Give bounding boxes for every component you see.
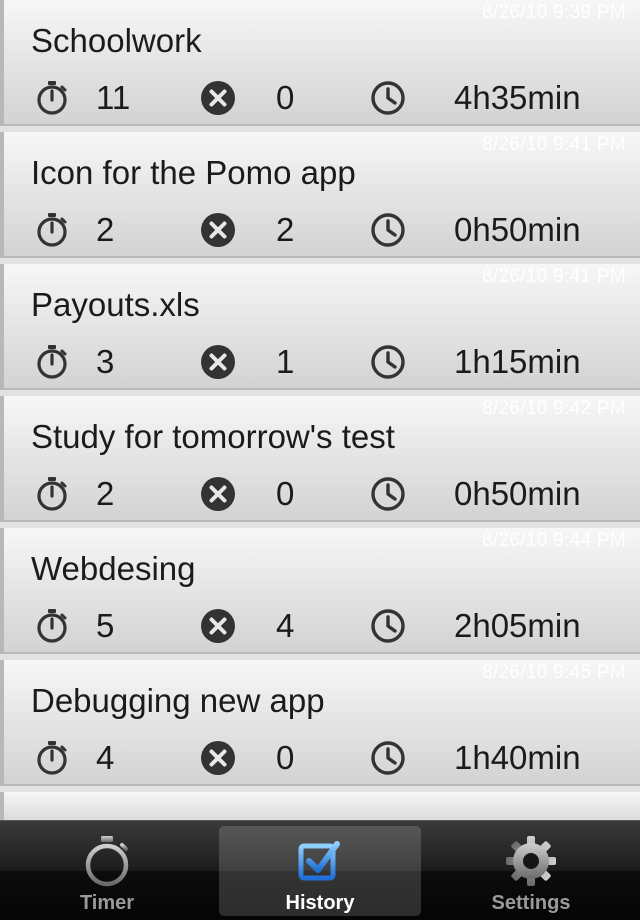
tab-timer[interactable]: Timer — [6, 826, 208, 916]
tab-history[interactable]: History — [219, 826, 421, 916]
duration-value: 1h40min — [454, 739, 581, 776]
pomodoro-count: 11 — [34, 76, 130, 120]
interruption-count: 0 — [200, 472, 294, 516]
duration: 1h40min — [370, 736, 581, 780]
duration-value: 0h50min — [454, 211, 581, 248]
pomodoro-count: 3 — [34, 340, 114, 384]
stopwatch-icon — [85, 836, 129, 887]
duration-value: 2h05min — [454, 607, 581, 644]
pomodoro-count: 2 — [34, 208, 114, 252]
entry-title: Study for tomorrow's test — [31, 418, 395, 455]
duration-value: 0h50min — [454, 475, 581, 512]
entry-title: Payouts.xls — [31, 286, 200, 323]
tab-history-label: History — [285, 892, 355, 914]
pomodoro-count: 5 — [34, 604, 114, 648]
close-circle-icon — [201, 213, 235, 247]
stopwatch-icon — [37, 345, 67, 379]
interruption-count: 2 — [200, 208, 294, 252]
clock-icon — [371, 741, 405, 775]
close-circle-icon — [201, 609, 235, 643]
interruption-count: 4 — [200, 604, 294, 648]
pomodoro-value: 4 — [96, 739, 115, 776]
interruption-value: 4 — [276, 607, 295, 644]
clock-icon — [371, 477, 405, 511]
duration: 2h05min — [370, 604, 581, 648]
entry-date: 8/26/10 9:41 PM — [482, 266, 626, 287]
pomodoro-value: 2 — [96, 211, 115, 248]
pomodoro-value: 11 — [96, 79, 131, 116]
pomodoro-value: 2 — [96, 475, 115, 512]
history-row[interactable]: 8/26/10 9:42 PM Study for tomorrow's tes… — [0, 396, 640, 522]
entry-title: Icon for the Pomo app — [31, 154, 356, 191]
clock-icon — [371, 345, 405, 379]
entry-date: 8/26/10 9:45 PM — [482, 662, 626, 683]
clock-icon — [371, 213, 405, 247]
history-list[interactable]: 8/26/10 9:39 PM Schoolwork 11 0 4h35min … — [0, 0, 640, 820]
history-row-partial[interactable] — [0, 792, 640, 820]
history-row[interactable]: 8/26/10 9:41 PM Icon for the Pomo app 2 … — [0, 132, 640, 258]
interruption-value: 0 — [276, 475, 295, 512]
stopwatch-icon — [37, 81, 67, 115]
gear-icon — [506, 836, 556, 886]
duration-value: 1h15min — [454, 343, 581, 380]
close-circle-icon — [201, 81, 235, 115]
interruption-value: 0 — [276, 79, 295, 116]
entry-date: 8/26/10 9:41 PM — [482, 134, 626, 155]
duration: 4h35min — [370, 76, 581, 120]
tab-timer-label: Timer — [79, 892, 135, 914]
pomodoro-value: 5 — [96, 607, 115, 644]
history-row[interactable]: 8/26/10 9:44 PM Webdesing 5 4 2h05min — [0, 528, 640, 654]
clock-icon — [371, 609, 405, 643]
duration-value: 4h35min — [454, 79, 581, 116]
interruption-count: 0 — [200, 76, 294, 120]
close-circle-icon — [201, 741, 235, 775]
tab-settings-label: Settings — [491, 892, 571, 914]
stopwatch-icon — [37, 477, 67, 511]
tab-bar: Timer History Settings — [0, 820, 640, 920]
entry-title: Debugging new app — [31, 682, 325, 719]
clock-icon — [371, 81, 405, 115]
entry-date: 8/26/10 9:42 PM — [482, 398, 626, 419]
entry-date: 8/26/10 9:44 PM — [482, 530, 626, 551]
checkbox-icon — [298, 841, 340, 881]
pomodoro-value: 3 — [96, 343, 115, 380]
history-row[interactable]: 8/26/10 9:45 PM Debugging new app 4 0 1h… — [0, 660, 640, 786]
pomodoro-count: 2 — [34, 472, 114, 516]
close-circle-icon — [201, 477, 235, 511]
entry-date: 8/26/10 9:39 PM — [482, 2, 626, 23]
entry-title: Schoolwork — [31, 22, 202, 59]
interruption-value: 1 — [276, 343, 295, 380]
interruption-value: 2 — [276, 211, 295, 248]
entry-title: Webdesing — [31, 550, 196, 587]
history-row[interactable]: 8/26/10 9:39 PM Schoolwork 11 0 4h35min — [0, 0, 640, 126]
duration: 1h15min — [370, 340, 581, 384]
history-row[interactable]: 8/26/10 9:41 PM Payouts.xls 3 1 1h15min — [0, 264, 640, 390]
stopwatch-icon — [37, 609, 67, 643]
tab-settings[interactable]: Settings — [430, 826, 632, 916]
interruption-value: 0 — [276, 739, 295, 776]
duration: 0h50min — [370, 208, 581, 252]
interruption-count: 1 — [200, 340, 294, 384]
close-circle-icon — [201, 345, 235, 379]
pomodoro-count: 4 — [34, 736, 114, 780]
stopwatch-icon — [37, 213, 67, 247]
stopwatch-icon — [37, 741, 67, 775]
interruption-count: 0 — [200, 736, 294, 780]
duration: 0h50min — [370, 472, 581, 516]
